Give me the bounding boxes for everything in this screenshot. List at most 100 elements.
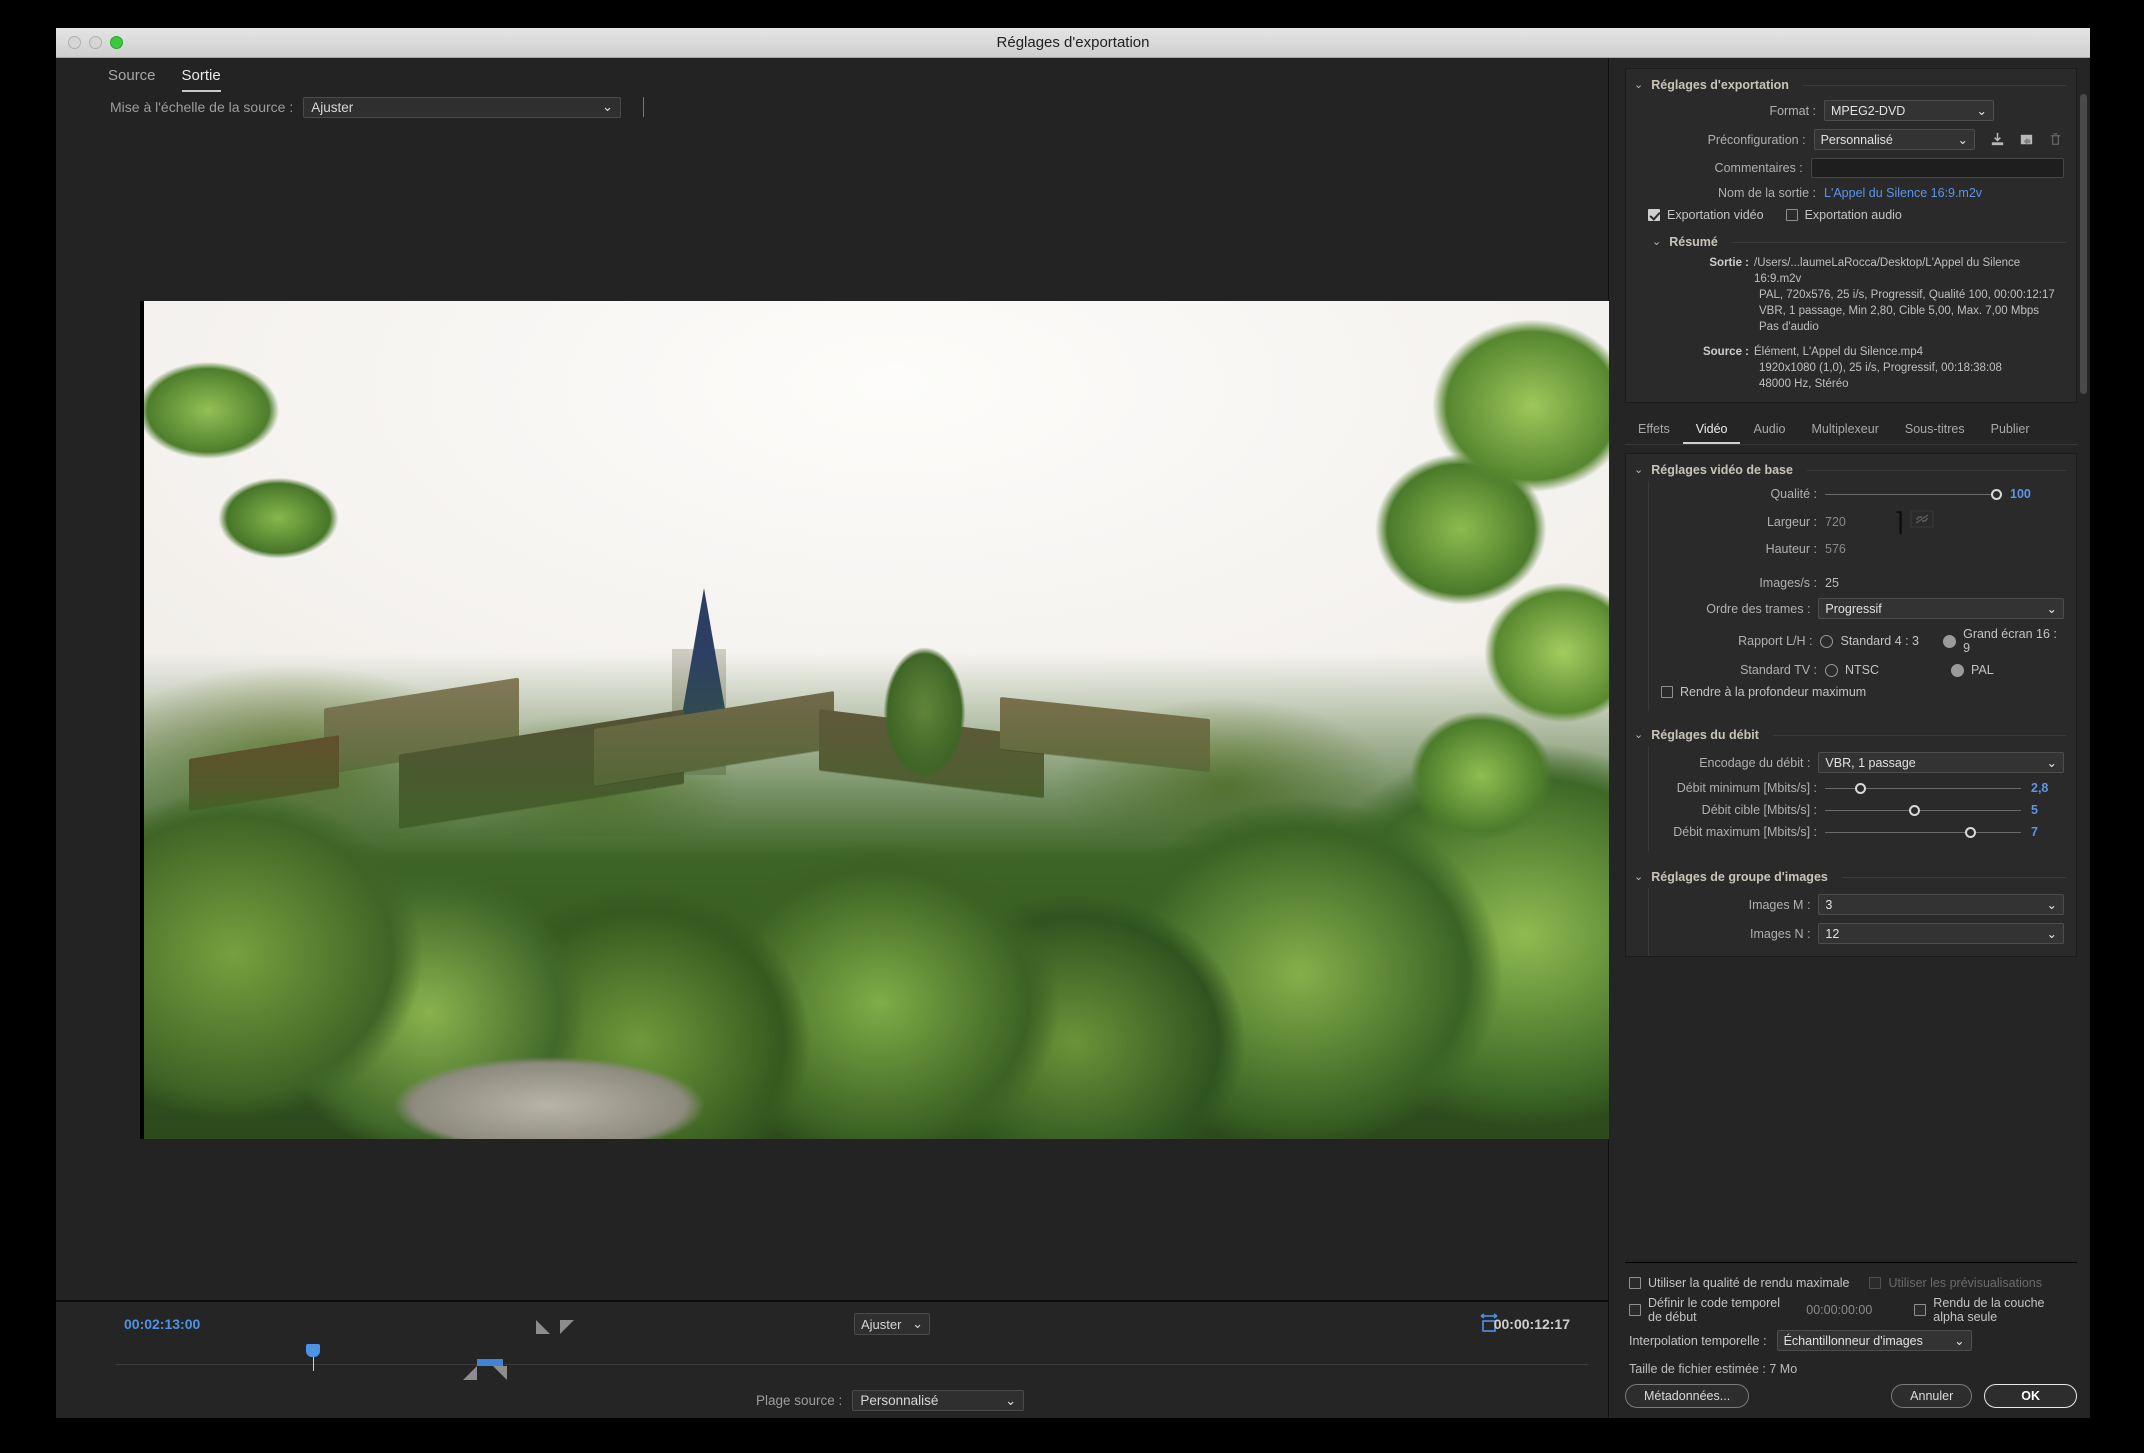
preview-zoom-value: Ajuster bbox=[861, 1316, 902, 1332]
alpha-only-checkbox[interactable]: Rendu de la couche alpha seule bbox=[1914, 1296, 2077, 1324]
chevron-down-icon[interactable]: ⌄ bbox=[1634, 871, 1643, 883]
gop-header[interactable]: ⌄ Réglages de groupe d'images bbox=[1626, 861, 2076, 888]
format-value: MPEG2-DVD bbox=[1831, 103, 1906, 118]
max-bitrate-slider[interactable]: 7 bbox=[1825, 825, 2055, 839]
max-bitrate-track[interactable] bbox=[1825, 826, 2021, 838]
in-out-top-markers[interactable] bbox=[536, 1320, 574, 1334]
checkbox-unchecked-icon[interactable] bbox=[1914, 1304, 1927, 1316]
tab-multiplexeur[interactable]: Multiplexeur bbox=[1798, 417, 1891, 444]
tab-effets[interactable]: Effets bbox=[1625, 417, 1683, 444]
tv-radio-pal[interactable]: PAL bbox=[1951, 663, 1994, 677]
height-value[interactable]: 576 bbox=[1825, 542, 1846, 556]
checkbox-unchecked-icon[interactable] bbox=[1785, 209, 1798, 221]
summary-output-line: PAL, 720x576, 25 i/s, Progressif, Qualit… bbox=[1759, 289, 2055, 301]
start-timecode-checkbox[interactable]: Définir le code temporel de début bbox=[1629, 1296, 1796, 1324]
output-name-link[interactable]: L'Appel du Silence 16:9.m2v bbox=[1824, 186, 1982, 200]
basic-video-header[interactable]: ⌄ Réglages vidéo de base bbox=[1626, 454, 2076, 481]
target-bitrate-slider[interactable]: 5 bbox=[1825, 803, 2055, 817]
checkbox-unchecked-icon[interactable] bbox=[1629, 1277, 1641, 1289]
min-bitrate-slider[interactable]: 2,8 bbox=[1825, 781, 2055, 795]
preset-select[interactable]: Personnalisé ⌄ bbox=[1813, 129, 1975, 150]
window-title: Réglages d'exportation bbox=[996, 34, 1150, 51]
unlink-icon[interactable] bbox=[1910, 509, 1934, 534]
fps-label: Images/s : bbox=[1759, 576, 1817, 590]
radio-unselected-icon[interactable] bbox=[1820, 634, 1834, 648]
playhead-handle[interactable] bbox=[306, 1344, 320, 1357]
out-point-handle-icon[interactable] bbox=[493, 1366, 507, 1380]
dimension-bracket: ⌉ bbox=[1893, 506, 1905, 537]
chevron-down-icon[interactable]: ⌄ bbox=[1634, 79, 1643, 91]
tab-publier[interactable]: Publier bbox=[1978, 417, 2043, 444]
delete-preset-icon[interactable] bbox=[2047, 131, 2064, 148]
width-value[interactable]: 720 bbox=[1825, 515, 1846, 529]
tab-audio[interactable]: Audio bbox=[1740, 417, 1798, 444]
import-preset-icon[interactable] bbox=[1989, 131, 2006, 148]
checkbox-checked-icon[interactable] bbox=[1648, 209, 1660, 221]
frames-m-select[interactable]: 3 ⌄ bbox=[1818, 894, 2064, 915]
playhead[interactable] bbox=[306, 1344, 320, 1371]
checkbox-unchecked-icon[interactable] bbox=[1629, 1304, 1641, 1316]
tab-source[interactable]: Source bbox=[108, 67, 156, 92]
quality-slider[interactable]: 100 bbox=[1825, 487, 2034, 501]
frames-m-row: Images M : 3 ⌄ bbox=[1649, 890, 2076, 919]
start-timecode-value[interactable]: 00:00:00:00 bbox=[1806, 1303, 1872, 1317]
quality-slider-knob[interactable] bbox=[1991, 488, 2002, 500]
bitrate-header[interactable]: ⌄ Réglages du débit bbox=[1626, 719, 2076, 746]
target-bitrate-knob[interactable] bbox=[1909, 804, 1920, 816]
out-point-marker-icon[interactable] bbox=[560, 1320, 574, 1334]
aspect-radio-widescreen[interactable]: Grand écran 16 : 9 bbox=[1943, 627, 2064, 655]
radio-selected-icon[interactable] bbox=[1951, 663, 1964, 677]
max-depth-checkbox[interactable]: Rendre à la profondeur maximum bbox=[1661, 685, 1866, 699]
time-interpolation-select[interactable]: Échantillonneur d'images ⌄ bbox=[1776, 1330, 1972, 1351]
source-range-select[interactable]: Personnalisé ⌄ bbox=[852, 1390, 1025, 1411]
comments-input[interactable] bbox=[1810, 158, 2064, 178]
encoding-value: VBR, 1 passage bbox=[1825, 755, 1916, 770]
tab-sortie[interactable]: Sortie bbox=[181, 67, 221, 92]
tab-video[interactable]: Vidéo bbox=[1682, 417, 1741, 444]
frames-n-select[interactable]: 12 ⌄ bbox=[1818, 923, 2064, 944]
export-video-checkbox[interactable]: Exportation vidéo bbox=[1648, 208, 1764, 222]
max-render-quality-checkbox[interactable]: Utiliser la qualité de rendu maximale bbox=[1629, 1276, 1849, 1290]
chevron-down-icon[interactable]: ⌄ bbox=[1652, 236, 1661, 248]
chevron-down-icon[interactable]: ⌄ bbox=[1634, 729, 1643, 741]
export-audio-checkbox[interactable]: Exportation audio bbox=[1785, 208, 1902, 222]
metadata-button[interactable]: Métadonnées... bbox=[1625, 1384, 1750, 1408]
radio-unselected-icon[interactable] bbox=[1825, 663, 1838, 677]
timeline-track[interactable] bbox=[116, 1364, 1588, 1365]
quality-slider-track[interactable] bbox=[1825, 488, 2002, 500]
settings-scrollbar[interactable] bbox=[2080, 94, 2087, 394]
export-preset-icon[interactable] bbox=[2018, 131, 2035, 148]
min-bitrate-track[interactable] bbox=[1825, 782, 2021, 794]
height-label: Hauteur : bbox=[1765, 542, 1817, 556]
fps-value[interactable]: 25 bbox=[1825, 576, 1839, 590]
chevron-down-icon[interactable]: ⌄ bbox=[1634, 464, 1643, 476]
max-bitrate-knob[interactable] bbox=[1965, 826, 1976, 838]
chevron-down-icon: ⌄ bbox=[601, 99, 614, 114]
current-timecode[interactable]: 00:02:13:00 bbox=[124, 1316, 200, 1332]
format-select[interactable]: MPEG2-DVD ⌄ bbox=[1824, 100, 1994, 121]
in-point-marker-icon[interactable] bbox=[536, 1320, 550, 1334]
checkbox-unchecked-icon[interactable] bbox=[1661, 686, 1673, 698]
radio-selected-icon[interactable] bbox=[1943, 634, 1957, 648]
aspect-radio-standard[interactable]: Standard 4 : 3 bbox=[1820, 634, 1943, 648]
target-bitrate-track[interactable] bbox=[1825, 804, 2021, 816]
ok-button[interactable]: OK bbox=[1984, 1384, 2077, 1408]
preview-zoom-select[interactable]: Ajuster ⌄ bbox=[854, 1313, 930, 1335]
tab-sous-titres[interactable]: Sous-titres bbox=[1892, 417, 1978, 444]
export-settings-card: ⌄ Réglages d'exportation Format : MPEG2-… bbox=[1625, 68, 2077, 403]
source-scaling-select[interactable]: Ajuster ⌄ bbox=[303, 96, 622, 118]
summary-content: Sortie : /Users/...laumeLaRocca/Desktop/… bbox=[1626, 253, 2076, 402]
tv-radio-ntsc[interactable]: NTSC bbox=[1825, 663, 1951, 677]
work-area-bar[interactable] bbox=[476, 1359, 503, 1366]
unlink-glyph bbox=[1910, 510, 1934, 528]
summary-header[interactable]: ⌄ Résumé bbox=[1644, 226, 2076, 253]
encoding-select[interactable]: VBR, 1 passage ⌄ bbox=[1818, 752, 2064, 773]
cancel-button[interactable]: Annuler bbox=[1891, 1384, 1973, 1408]
in-point-handle-icon[interactable] bbox=[463, 1366, 477, 1380]
work-area-handles[interactable] bbox=[463, 1366, 507, 1380]
work-area-marker[interactable] bbox=[463, 1359, 507, 1380]
field-order-select[interactable]: Progressif ⌄ bbox=[1818, 598, 2064, 619]
summary-source-name: Élément, L'Appel du Silence.mp4 bbox=[1754, 346, 1924, 358]
min-bitrate-knob[interactable] bbox=[1855, 782, 1866, 794]
export-settings-header[interactable]: ⌄ Réglages d'exportation bbox=[1626, 69, 2076, 96]
